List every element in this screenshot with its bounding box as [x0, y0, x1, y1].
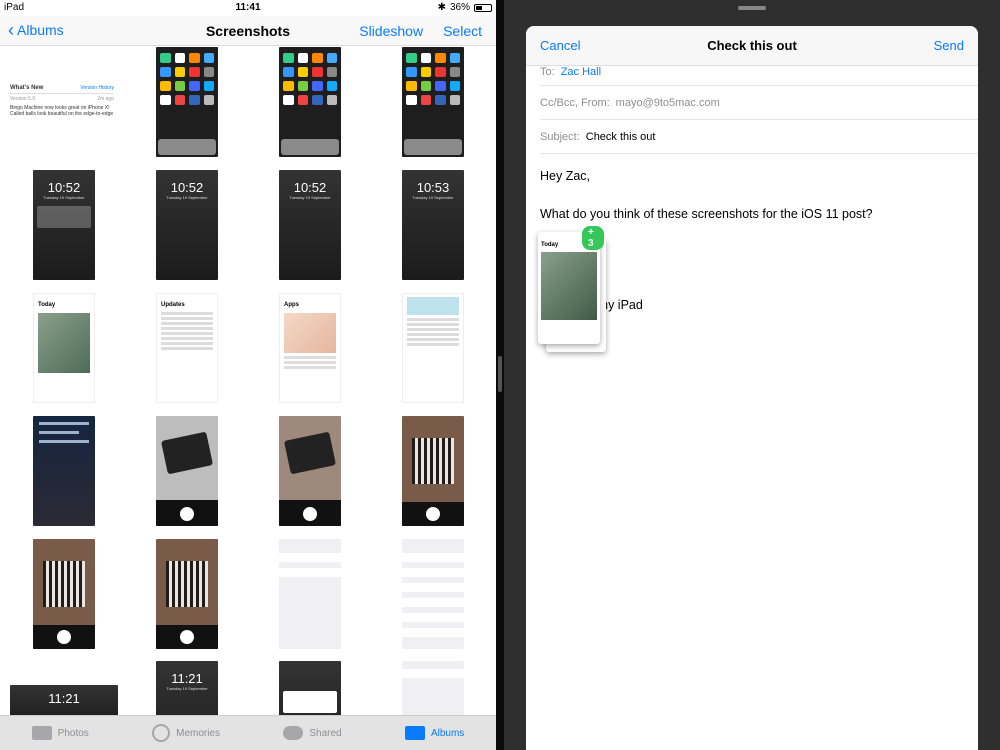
whats-new-line2: Called balls look beautiful on the edge-…	[10, 111, 114, 117]
body-line: What do you think of these screenshots f…	[540, 207, 873, 221]
whats-new-title: What's New	[10, 85, 44, 91]
memories-icon	[152, 724, 171, 742]
screenshot-grid: What's New Version History Version 5.9 2m …	[0, 47, 496, 715]
thumb-today-title: Today	[38, 302, 56, 308]
compose-header: Cancel Check this out Send	[526, 26, 978, 66]
lock-time: 10:52	[293, 180, 327, 195]
tab-label: Albums	[430, 727, 465, 739]
to-field[interactable]: To: Zac Hall	[540, 66, 978, 86]
to-label: To:	[540, 66, 555, 78]
subject-label: Subject:	[540, 130, 580, 143]
thumb-camera[interactable]	[156, 416, 218, 526]
version-label: Version 5.9	[10, 96, 36, 102]
thumb-lock-screen[interactable]: 11:21 Tuesday 19 September	[156, 661, 218, 715]
thumb-lock-screen[interactable]	[279, 661, 341, 715]
cc-bcc-from-field[interactable]: Cc/Bcc, From: mayo@9to5mac.com	[540, 86, 978, 120]
photos-icon	[31, 726, 52, 740]
bluetooth-icon: ✱	[437, 2, 446, 13]
thumb-lock-screen[interactable]: 10:52 Tuesday 19 September	[33, 170, 95, 280]
thumb-app-store-today[interactable]: Today	[33, 293, 95, 403]
thumb-settings[interactable]	[402, 539, 464, 649]
tab-shared[interactable]: Shared	[283, 726, 342, 740]
lock-date: Tuesday 19 September	[412, 195, 454, 200]
version-history-link: Version History	[80, 85, 114, 91]
lock-time: 10:52	[170, 180, 204, 195]
lock-time: 10:52	[47, 180, 81, 195]
thumb-whats-new[interactable]: What's New Version History Version 5.9 2m …	[10, 85, 114, 117]
divider-handle[interactable]	[498, 356, 502, 392]
albums-icon	[404, 726, 425, 740]
thumb-app-store-updates[interactable]: Updates	[156, 293, 218, 403]
thumb-settings[interactable]	[279, 539, 341, 649]
thumb-siri[interactable]	[33, 416, 95, 526]
thumb-camera[interactable]	[279, 416, 341, 526]
thumb-settings[interactable]	[402, 661, 464, 715]
photos-app: iPad 11:41 ✱ 36% ‹ Albums Screenshots Sl…	[0, 0, 496, 750]
select-button[interactable]: Select	[443, 23, 482, 39]
thumb-lock-screen[interactable]: 10:53 Tuesday 19 September	[402, 170, 464, 280]
mail-app: Cancel Check this out Send To: Zac Hall …	[504, 0, 1000, 750]
battery-icon	[474, 3, 492, 12]
nav-actions: Slideshow Select	[359, 23, 482, 39]
compose-title: Check this out	[707, 38, 797, 53]
photos-tab-bar: Photos Memories Shared Albums	[0, 715, 496, 750]
cloud-icon	[283, 726, 304, 740]
from-address: mayo@9to5mac.com	[615, 96, 720, 109]
photos-nav-bar: ‹ Albums Screenshots Slideshow Select	[0, 16, 496, 46]
thumb-apps-title: Apps	[284, 302, 299, 308]
status-time: 11:41	[235, 2, 261, 13]
subject-field[interactable]: Subject: Check this out	[540, 120, 978, 154]
thumb-home-screen[interactable]	[279, 47, 341, 157]
to-recipient[interactable]: Zac Hall	[561, 66, 601, 78]
lock-date: Tuesday 19 September	[166, 195, 208, 200]
compose-sheet: Cancel Check this out Send To: Zac Hall …	[526, 26, 978, 750]
lock-date: Tuesday 19 September	[289, 195, 331, 200]
lock-date: Tuesday 19 September	[166, 686, 208, 691]
lock-time: 10:53	[416, 180, 450, 195]
thumb-home-screen[interactable]	[156, 47, 218, 157]
send-button[interactable]: Send	[934, 38, 964, 53]
thumb-updates-title: Updates	[161, 302, 185, 308]
dragged-photos-stack[interactable]: Today + 3	[538, 226, 606, 354]
thumb-lock-screen[interactable]: 10:52 Tuesday 19 September	[279, 170, 341, 280]
ago-label: 2m ago	[97, 96, 114, 102]
status-bar: iPad 11:41 ✱ 36%	[0, 0, 496, 16]
split-view-divider[interactable]	[496, 0, 504, 750]
tab-label: Photos	[57, 727, 89, 739]
lock-time: 11:21	[171, 671, 203, 686]
tab-albums[interactable]: Albums	[404, 726, 465, 740]
screen: iPad 11:41 ✱ 36% ‹ Albums Screenshots Sl…	[0, 0, 1000, 750]
cc-bcc-from-label: Cc/Bcc, From:	[540, 96, 610, 109]
sheet-grabber[interactable]	[738, 6, 766, 10]
thumb-home-screen[interactable]	[402, 47, 464, 157]
thumb-app-store-apps[interactable]: Apps	[279, 293, 341, 403]
battery-percent: 36%	[449, 2, 470, 13]
thumb-qr-scan[interactable]	[156, 539, 218, 649]
tab-label: Memories	[176, 727, 221, 739]
lock-time: 11:21	[48, 691, 80, 706]
lock-date: Tuesday 19 September	[43, 195, 85, 200]
thumb-lock-screen[interactable]: 10:52 Tuesday 19 September	[156, 170, 218, 280]
thumb-lock-screen[interactable]: 11:21	[10, 685, 118, 715]
subject-value[interactable]: Check this out	[586, 131, 656, 143]
tab-memories[interactable]: Memories	[152, 724, 220, 742]
status-right: ✱ 36%	[438, 2, 492, 13]
thumb-qr-scan[interactable]	[33, 539, 95, 649]
drag-count-badge: + 3	[582, 226, 604, 250]
tab-label: Shared	[309, 727, 342, 739]
body-greeting: Hey Zac,	[540, 169, 591, 183]
slideshow-button[interactable]: Slideshow	[359, 23, 423, 39]
thumb-qr-scan[interactable]	[402, 416, 464, 526]
thumb-app-info[interactable]	[402, 293, 464, 403]
tab-photos[interactable]: Photos	[31, 726, 89, 740]
